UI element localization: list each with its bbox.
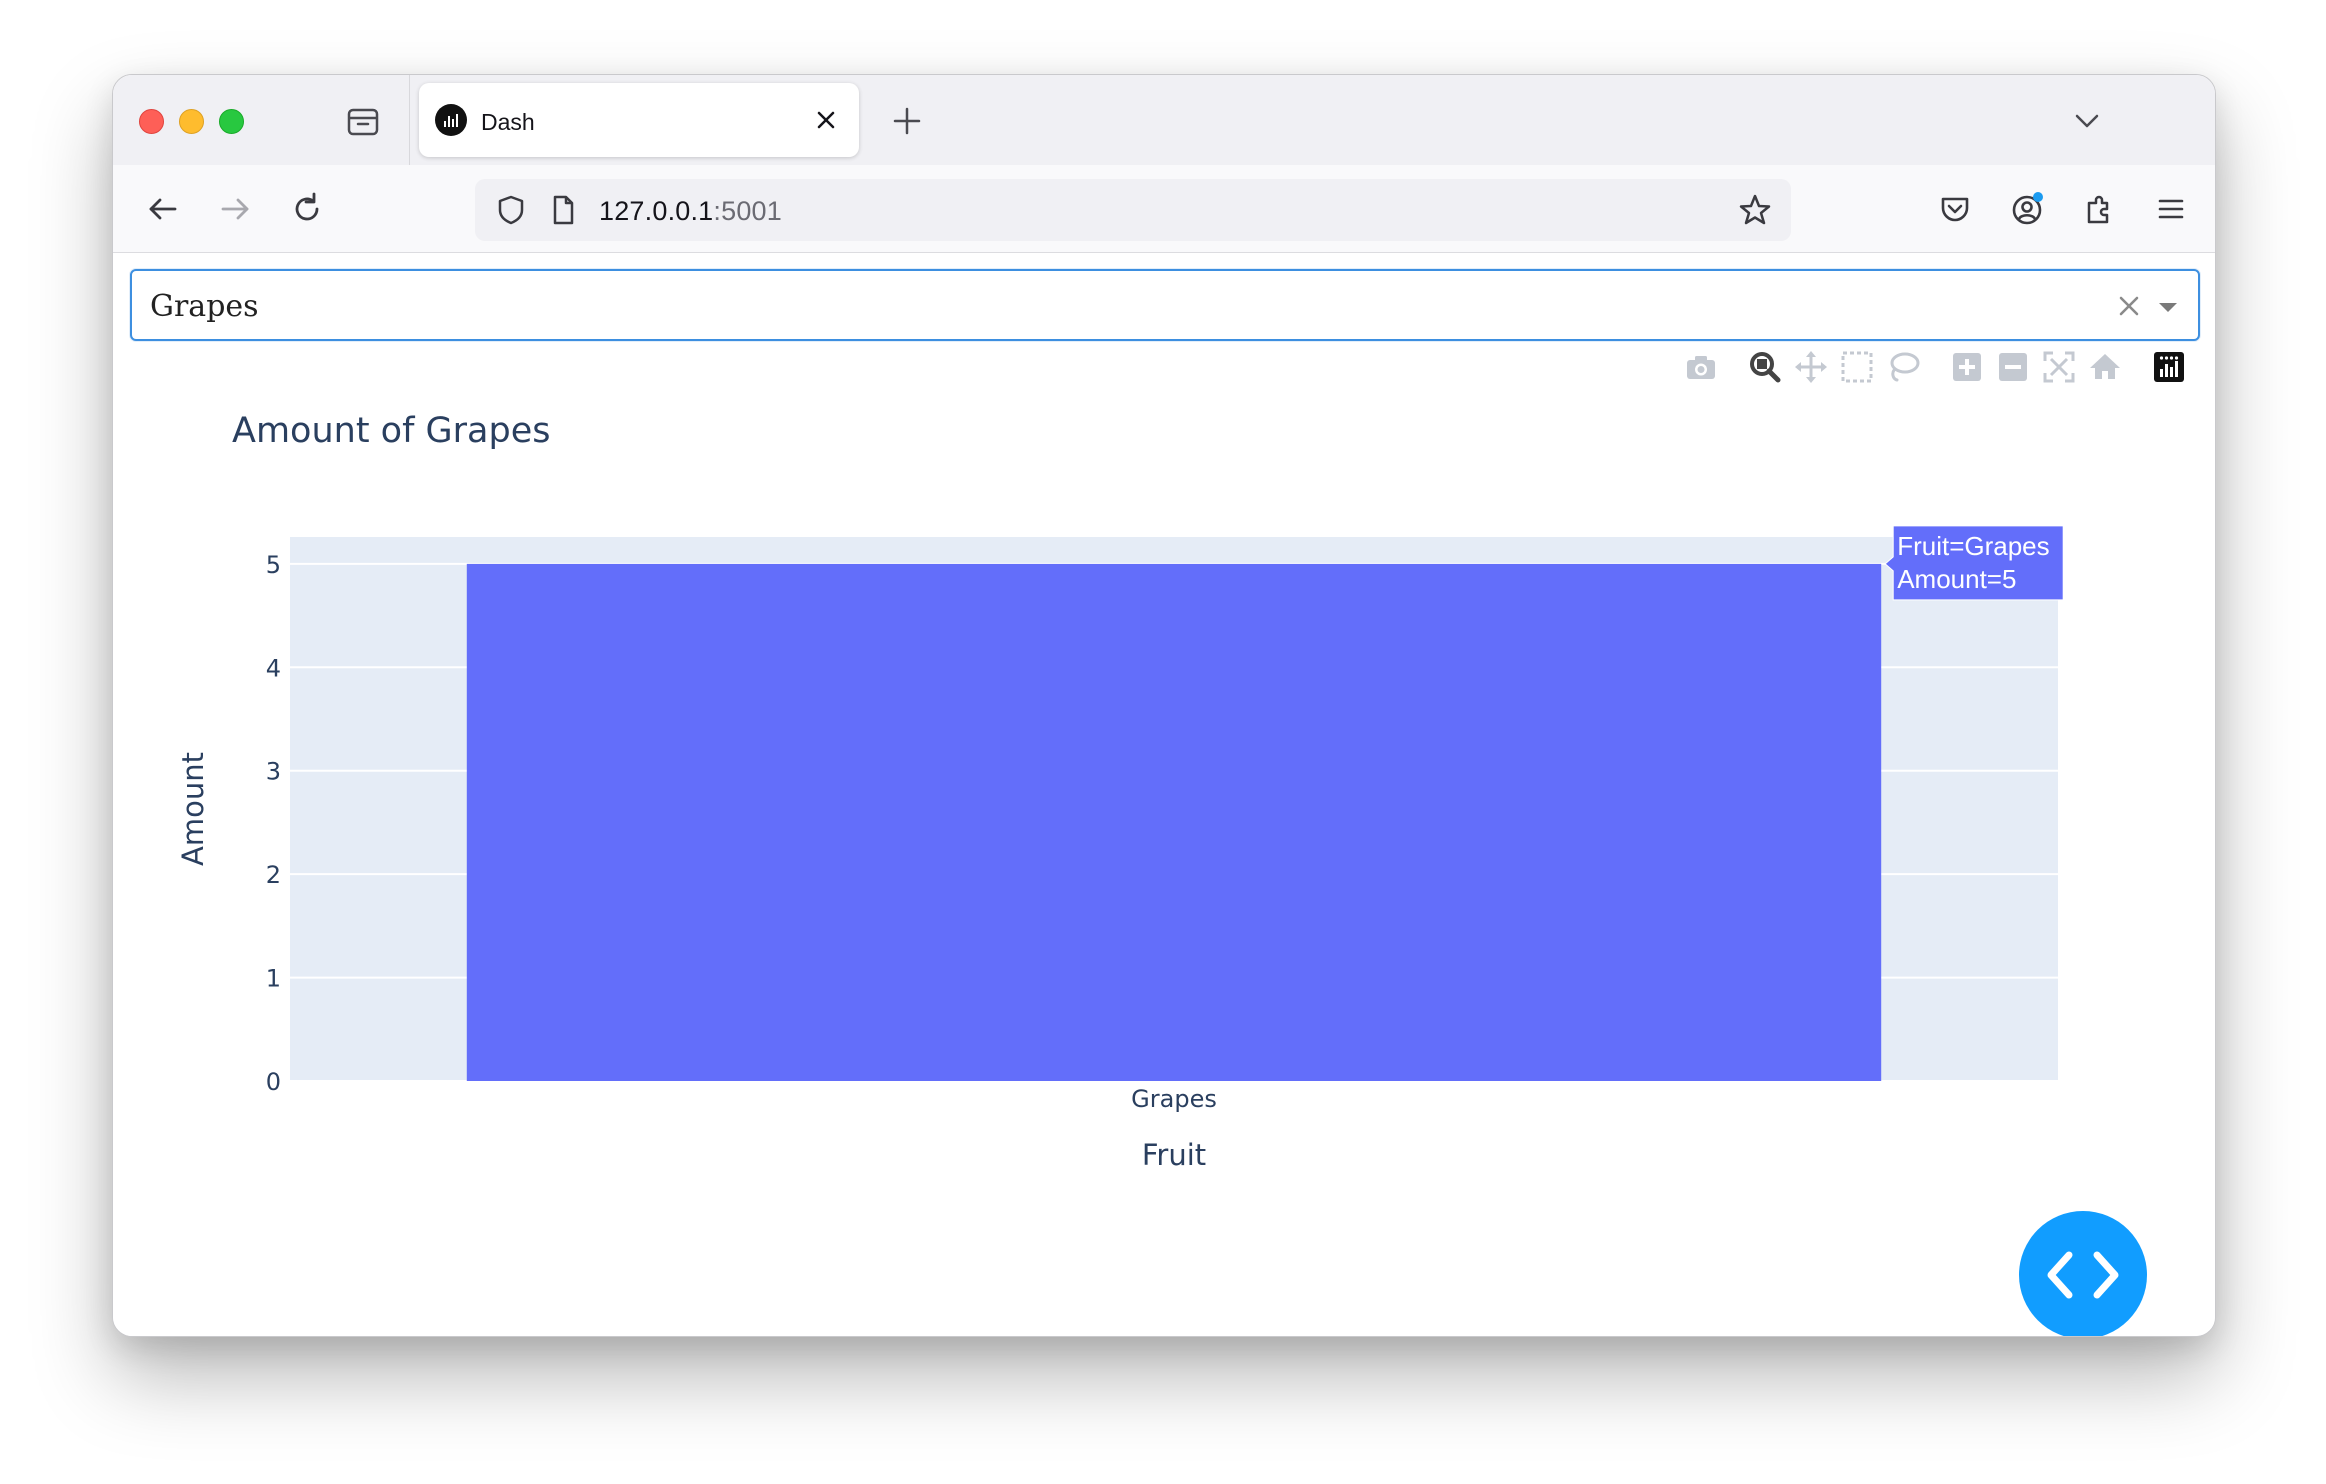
close-tab-icon[interactable] bbox=[811, 105, 841, 135]
chevron-down-icon[interactable] bbox=[2069, 103, 2105, 139]
bar-chart: 0 1 2 3 4 5 Grapes Fruit Amount Fruit=Grapes … bbox=[176, 525, 2064, 1172]
tab-overview-icon[interactable] bbox=[345, 103, 381, 139]
zoom-window-button[interactable] bbox=[219, 109, 244, 134]
bars bbox=[466, 563, 1882, 1081]
tab-bar: Dash bbox=[113, 75, 2215, 165]
y-tick-labels: 0 1 2 3 4 5 bbox=[266, 551, 281, 1096]
shield-icon[interactable] bbox=[493, 192, 529, 228]
browser-window: Dash 127.0.0.1:5001 Grapes Amount of Gra… bbox=[112, 74, 2216, 1337]
tab-dash[interactable]: Dash bbox=[419, 83, 859, 157]
navigation-bar: 127.0.0.1:5001 bbox=[113, 165, 2215, 253]
dash-debug-button[interactable] bbox=[2019, 1211, 2147, 1336]
hover-line-amount: Amount=5 bbox=[1897, 564, 2016, 594]
new-tab-icon[interactable] bbox=[889, 103, 925, 139]
bookmark-star-icon[interactable] bbox=[1737, 192, 1773, 228]
back-arrow-icon[interactable] bbox=[143, 189, 183, 229]
url-bar[interactable]: 127.0.0.1:5001 bbox=[475, 179, 1791, 241]
y-tick-label: 5 bbox=[266, 551, 281, 579]
bar-grapes[interactable] bbox=[466, 563, 1882, 1081]
page-content: Grapes Amount of Grapes 0 1 2 3 4 5 Grap… bbox=[113, 253, 2215, 1336]
account-icon[interactable] bbox=[2007, 189, 2047, 229]
page-icon[interactable] bbox=[545, 192, 581, 228]
url-host: 127.0.0.1 bbox=[599, 196, 714, 226]
x-tick-label: Grapes bbox=[1131, 1085, 1217, 1113]
reload-icon[interactable] bbox=[287, 189, 327, 229]
y-tick-label: 4 bbox=[266, 654, 281, 682]
extensions-puzzle-icon[interactable] bbox=[2079, 189, 2119, 229]
tab-title: Dash bbox=[481, 109, 535, 135]
url-port: :5001 bbox=[713, 196, 782, 226]
close-window-button[interactable] bbox=[139, 109, 164, 134]
y-tick-label: 1 bbox=[266, 965, 281, 993]
pocket-icon[interactable] bbox=[1935, 189, 1975, 229]
menu-hamburger-icon[interactable] bbox=[2151, 189, 2191, 229]
code-brackets-icon bbox=[2047, 1251, 2119, 1299]
url-text[interactable]: 127.0.0.1:5001 bbox=[599, 196, 782, 227]
y-tick-label: 0 bbox=[266, 1068, 281, 1096]
tab-separator bbox=[409, 75, 410, 165]
hover-line-fruit: Fruit=Grapes bbox=[1897, 531, 2049, 561]
x-axis-title: Fruit bbox=[1142, 1138, 1206, 1172]
y-tick-label: 3 bbox=[266, 758, 281, 786]
hover-tooltip: Fruit=Grapes Amount=5 bbox=[1884, 525, 2064, 601]
y-axis-title: Amount bbox=[176, 752, 210, 866]
forward-arrow-icon[interactable] bbox=[215, 189, 255, 229]
dash-favicon-icon bbox=[435, 104, 467, 136]
y-tick-label: 2 bbox=[266, 861, 281, 889]
minimize-window-button[interactable] bbox=[179, 109, 204, 134]
